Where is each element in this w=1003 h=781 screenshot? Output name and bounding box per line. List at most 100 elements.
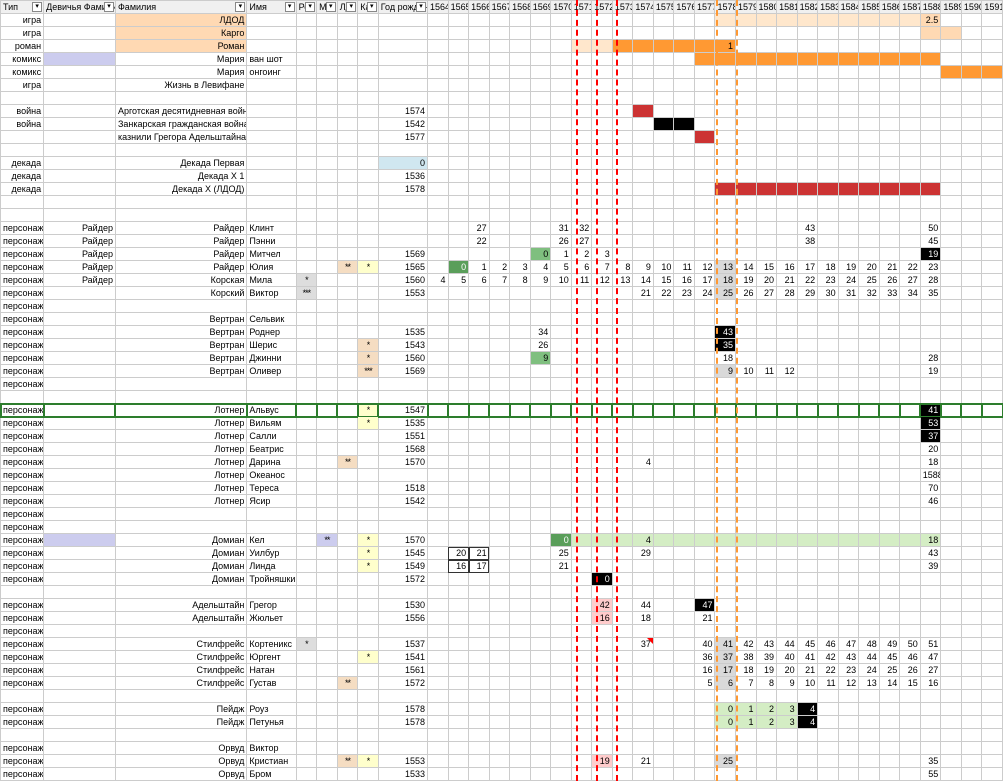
cell[interactable] (296, 326, 317, 339)
year-cell[interactable] (489, 27, 510, 40)
cell[interactable] (337, 300, 358, 313)
year-cell[interactable] (469, 716, 490, 729)
year-cell[interactable] (633, 417, 654, 430)
year-cell[interactable]: 13 (612, 274, 633, 287)
year-cell[interactable] (941, 53, 962, 66)
year-cell[interactable] (879, 417, 900, 430)
year-cell[interactable] (961, 300, 982, 313)
cell[interactable] (378, 196, 427, 209)
year-cell[interactable] (961, 144, 982, 157)
year-cell[interactable] (612, 625, 633, 638)
year-cell[interactable] (551, 196, 572, 209)
year-cell[interactable] (510, 482, 531, 495)
year-cell[interactable] (818, 66, 839, 79)
year-cell[interactable] (448, 638, 469, 651)
year-cell[interactable]: 25 (859, 274, 880, 287)
cell[interactable]: Орвуд (115, 755, 246, 768)
year-cell[interactable] (530, 768, 551, 781)
year-cell[interactable]: 3 (777, 703, 798, 716)
year-cell[interactable] (756, 378, 777, 391)
cell[interactable] (337, 664, 358, 677)
year-cell[interactable] (551, 495, 572, 508)
cell[interactable] (1, 144, 44, 157)
year-cell[interactable] (674, 222, 695, 235)
year-cell[interactable] (818, 469, 839, 482)
year-cell[interactable] (879, 716, 900, 729)
year-cell[interactable] (551, 651, 572, 664)
year-cell[interactable] (838, 27, 859, 40)
year-header[interactable]: 1585 (859, 1, 880, 14)
year-cell[interactable] (838, 586, 859, 599)
year-cell[interactable] (961, 209, 982, 222)
year-cell[interactable] (797, 352, 818, 365)
year-cell[interactable] (489, 222, 510, 235)
year-cell[interactable] (510, 157, 531, 170)
year-cell[interactable] (920, 105, 941, 118)
year-cell[interactable] (859, 534, 880, 547)
cell[interactable] (296, 443, 317, 456)
cell[interactable] (337, 170, 358, 183)
year-header[interactable]: 1586 (879, 1, 900, 14)
cell[interactable] (317, 326, 338, 339)
data-row[interactable]: персонажСтилфрейсЮргент*1541363738394041… (1, 651, 1003, 664)
year-cell[interactable] (612, 430, 633, 443)
year-cell[interactable] (428, 508, 449, 521)
year-cell[interactable] (900, 430, 921, 443)
year-cell[interactable] (715, 534, 736, 547)
year-cell[interactable] (818, 547, 839, 560)
year-cell[interactable] (818, 482, 839, 495)
year-cell[interactable] (694, 560, 715, 573)
year-cell[interactable] (489, 209, 510, 222)
year-cell[interactable] (797, 66, 818, 79)
cell[interactable] (358, 716, 379, 729)
year-cell[interactable] (653, 495, 674, 508)
year-header[interactable]: 1583 (818, 1, 839, 14)
year-cell[interactable] (982, 378, 1003, 391)
cell[interactable]: Райдер (115, 235, 246, 248)
year-cell[interactable] (674, 716, 695, 729)
cell[interactable] (247, 378, 296, 391)
year-cell[interactable] (838, 443, 859, 456)
year-cell[interactable] (715, 66, 736, 79)
year-cell[interactable] (551, 300, 572, 313)
year-cell[interactable] (592, 66, 613, 79)
year-cell[interactable] (612, 469, 633, 482)
cell[interactable] (358, 456, 379, 469)
year-cell[interactable] (510, 495, 531, 508)
year-cell[interactable] (469, 768, 490, 781)
year-cell[interactable] (715, 378, 736, 391)
year-cell[interactable] (448, 313, 469, 326)
year-cell[interactable]: 33 (879, 287, 900, 300)
cell[interactable] (44, 638, 116, 651)
year-cell[interactable] (530, 14, 551, 27)
year-cell[interactable] (428, 560, 449, 573)
year-cell[interactable] (756, 573, 777, 586)
cell[interactable] (44, 573, 116, 586)
year-cell[interactable] (489, 508, 510, 521)
cell[interactable] (44, 92, 116, 105)
year-cell[interactable] (489, 53, 510, 66)
cell[interactable]: Натан (247, 664, 296, 677)
year-cell[interactable] (469, 612, 490, 625)
cell[interactable] (296, 365, 317, 378)
year-cell[interactable] (982, 638, 1003, 651)
year-cell[interactable] (633, 326, 654, 339)
data-row[interactable]: персонажДомианУилбур*15452021252943 (1, 547, 1003, 560)
data-row[interactable] (1, 92, 1003, 105)
cell[interactable]: Юргент (247, 651, 296, 664)
year-cell[interactable] (941, 508, 962, 521)
year-cell[interactable] (736, 378, 757, 391)
year-cell[interactable] (982, 755, 1003, 768)
year-cell[interactable] (510, 183, 531, 196)
cell[interactable] (358, 443, 379, 456)
cell[interactable]: 1570 (378, 456, 427, 469)
year-cell[interactable] (674, 118, 695, 131)
cell[interactable] (317, 599, 338, 612)
year-cell[interactable] (879, 560, 900, 573)
year-cell[interactable]: 26 (530, 339, 551, 352)
cell[interactable] (337, 248, 358, 261)
year-cell[interactable] (653, 521, 674, 534)
year-cell[interactable] (961, 157, 982, 170)
cell[interactable] (44, 365, 116, 378)
year-cell[interactable] (428, 131, 449, 144)
